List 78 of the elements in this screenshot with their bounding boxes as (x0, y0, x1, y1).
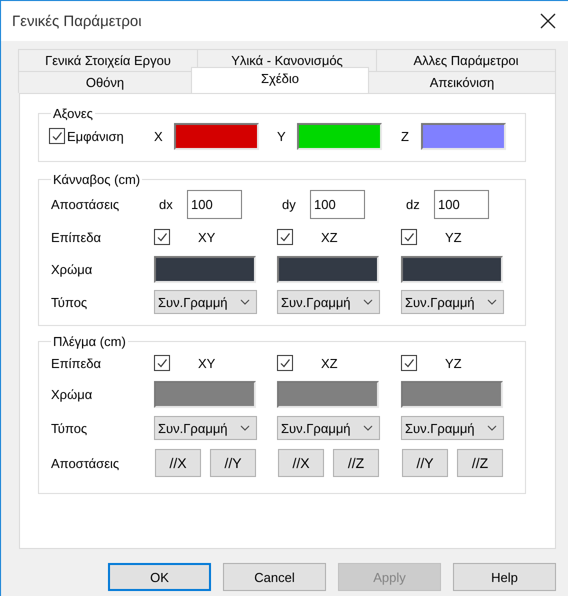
row-label: Επίπεδα (51, 230, 102, 244)
checkbox-label: YZ (445, 230, 462, 244)
checkbox-label: XZ (321, 230, 338, 244)
field-label: dx (159, 196, 174, 212)
tab[interactable]: Οθόνη (18, 71, 192, 93)
field-label: dy (282, 196, 297, 212)
color-swatch[interactable] (277, 256, 379, 282)
tab[interactable]: Γενικά Στοιχεία Εργου (18, 49, 198, 71)
group-title: Κάνναβος (cm) (52, 172, 142, 187)
color-swatch[interactable] (154, 380, 256, 408)
input-field[interactable]: 100 (434, 190, 489, 218)
color-swatch[interactable] (421, 122, 506, 150)
input-field[interactable]: 100 (187, 190, 242, 218)
checkbox[interactable] (154, 229, 170, 245)
spacing-button[interactable]: //Z (457, 449, 503, 477)
color-swatch[interactable] (401, 380, 503, 408)
caret-icon (487, 299, 497, 305)
axis-label: X (154, 128, 164, 144)
checkbox[interactable] (154, 355, 170, 371)
color-swatch[interactable] (297, 122, 382, 150)
tab[interactable]: Σχέδιο (191, 67, 369, 93)
dialog-button[interactable]: OK (108, 563, 211, 591)
group-title: Αξονες (52, 106, 94, 121)
caret-icon (363, 425, 373, 431)
checkbox-label: Εμφάνιση (67, 128, 124, 144)
spacing-button[interactable]: //X (155, 449, 201, 477)
dropdown[interactable]: Συν.Γραμμή (154, 416, 257, 440)
tab[interactable]: Απεικόνιση (368, 71, 556, 93)
caret-icon (487, 425, 497, 431)
checkbox[interactable] (277, 355, 293, 371)
dropdown[interactable]: Συν.Γραμμή (277, 416, 380, 440)
row-label: Επίπεδα (51, 356, 102, 370)
check-icon (156, 231, 168, 243)
tab[interactable]: Αλλες Παράμετροι (376, 49, 556, 71)
checkbox[interactable] (277, 229, 293, 245)
color-swatch[interactable] (401, 256, 503, 282)
group-title: Πλέγμα (cm) (52, 334, 127, 349)
row-label: Τύπος (51, 420, 88, 436)
axis-label: Z (401, 128, 410, 144)
dropdown[interactable]: Συν.Γραμμή (401, 290, 504, 314)
check-icon (156, 357, 168, 369)
window-title: Γενικές Παράμετροι (12, 12, 142, 30)
dropdown[interactable]: Συν.Γραμμή (401, 416, 504, 440)
color-swatch[interactable] (277, 380, 379, 408)
check-icon (279, 231, 291, 243)
check-icon (403, 231, 415, 243)
caret-icon (240, 425, 250, 431)
checkbox[interactable] (401, 229, 417, 245)
dropdown[interactable]: Συν.Γραμμή (154, 290, 257, 314)
spacing-button[interactable]: //Y (402, 449, 448, 477)
checkbox-label: YZ (445, 356, 462, 370)
checkbox-label: XY (198, 230, 216, 244)
checkbox[interactable] (401, 355, 417, 371)
spacing-button[interactable]: //Y (210, 449, 256, 477)
row-label: Χρώμα (51, 386, 94, 402)
checkbox-label: XZ (321, 356, 338, 370)
spacing-button[interactable]: //Z (333, 449, 379, 477)
row-label: Τύπος (51, 294, 88, 310)
caret-icon (240, 299, 250, 305)
close-icon[interactable] (540, 13, 556, 29)
row-label: Αποστάσεις (51, 196, 120, 212)
axis-label: Y (277, 128, 287, 144)
dialog-button[interactable]: Help (453, 563, 556, 591)
checkbox[interactable] (49, 128, 65, 144)
check-icon (279, 357, 291, 369)
input-field[interactable]: 100 (310, 190, 365, 218)
check-icon (403, 357, 415, 369)
row-label: Χρώμα (51, 262, 94, 276)
color-swatch[interactable] (154, 256, 256, 282)
checkbox-label: XY (198, 356, 216, 370)
row-label: Αποστάσεις (51, 456, 120, 470)
check-icon (51, 130, 63, 142)
color-swatch[interactable] (174, 122, 259, 150)
dropdown[interactable]: Συν.Γραμμή (277, 290, 380, 314)
caret-icon (363, 299, 373, 305)
spacing-button[interactable]: //X (278, 449, 324, 477)
field-label: dz (406, 196, 421, 212)
dialog-button[interactable]: Cancel (223, 563, 326, 591)
